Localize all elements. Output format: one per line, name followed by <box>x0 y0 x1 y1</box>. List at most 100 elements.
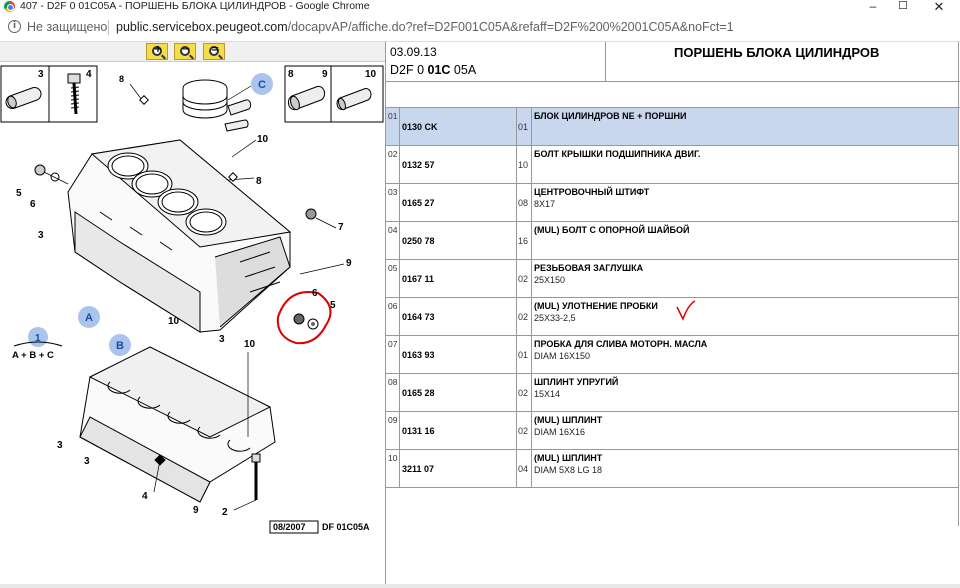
label-part-3b: 3 <box>38 230 44 241</box>
group-formula: A + B + C <box>12 350 54 361</box>
part-reference[interactable]: 0165 28 <box>400 374 517 411</box>
part-quantity: 02 <box>517 260 532 297</box>
table-row[interactable]: 04 0250 78 16 (MUL) БОЛТ С ОПОРНОЙ ШАЙБОЙ <box>386 222 958 260</box>
group-a-label: A <box>85 312 93 324</box>
parts-list-pane: 03.09.13 D2F 0 01C 05A ПОРШЕНЬ БЛОКА ЦИЛ… <box>386 42 960 584</box>
diagram-toolbar: + − = <box>0 42 385 62</box>
table-right-border <box>958 108 959 526</box>
row-number: 02 <box>386 146 400 183</box>
group-b-badge[interactable]: B <box>109 334 131 356</box>
group-c-label: C <box>258 79 266 91</box>
zoom-out-button[interactable]: − <box>174 43 196 60</box>
label-part-8: 8 <box>288 69 294 80</box>
part-reference[interactable]: 3211 07 <box>400 450 517 487</box>
url-text[interactable]: public.servicebox.peugeot.com/docapvAP/a… <box>116 20 734 34</box>
zoom-fit-sign: = <box>210 44 220 55</box>
row-number: 04 <box>386 222 400 259</box>
table-row[interactable]: 01 0130 CK 01 БЛОК ЦИЛИНДРОВ NE + ПОРШНИ <box>386 108 958 146</box>
part-quantity: 10 <box>517 146 532 183</box>
label-part-3: 3 <box>38 69 44 80</box>
label-part-9: 9 <box>322 69 328 80</box>
row-number: 05 <box>386 260 400 297</box>
row-number: 06 <box>386 298 400 335</box>
part-detail: 25X33-2,5 <box>534 313 576 323</box>
window-titlebar: 407 - D2F 0 01C05A - ПОРШЕНЬ БЛОКА ЦИЛИН… <box>0 0 960 14</box>
group-c-badge[interactable]: C <box>251 73 273 95</box>
part-description: (MUL) УЛОТНЕНИЕ ПРОБКИ 25X33-2,5 <box>532 298 958 335</box>
part-reference[interactable]: 0164 73 <box>400 298 517 335</box>
part-quantity: 02 <box>517 412 532 449</box>
part-reference[interactable]: 0165 27 <box>400 184 517 221</box>
group-a-badge[interactable]: A <box>78 306 100 328</box>
part-name: (MUL) УЛОТНЕНИЕ ПРОБКИ <box>534 301 658 311</box>
table-row[interactable]: 09 0131 16 02 (MUL) ШПЛИНТ DIAM 16X16 <box>386 412 958 450</box>
part-name: БОЛТ КРЫШКИ ПОДШИПНИКА ДВИГ. <box>534 149 701 159</box>
part-description: (MUL) БОЛТ С ОПОРНОЙ ШАЙБОЙ <box>532 222 958 259</box>
label-part-8c: 8 <box>256 176 262 187</box>
part-reference[interactable]: 0132 57 <box>400 146 517 183</box>
security-status[interactable]: Не защищено <box>27 20 107 34</box>
part-reference[interactable]: 0167 11 <box>400 260 517 297</box>
label-part-4b: 4 <box>142 491 148 502</box>
row-number: 08 <box>386 374 400 411</box>
label-part-10b: 10 <box>257 134 269 145</box>
window-title: 407 - D2F 0 01C05A - ПОРШЕНЬ БЛОКА ЦИЛИН… <box>20 0 370 12</box>
diagram-ref-code: DF 01C05A <box>322 522 370 532</box>
part-description: ПРОБКА ДЛЯ СЛИВА МОТОРН. МАСЛА DIAM 16X15… <box>532 336 958 373</box>
zoom-out-sign: − <box>181 44 191 55</box>
part-quantity: 08 <box>517 184 532 221</box>
label-part-10d: 10 <box>244 339 256 350</box>
part-name: (MUL) БОЛТ С ОПОРНОЙ ШАЙБОЙ <box>534 225 690 235</box>
label-part-5b: 5 <box>330 300 336 311</box>
address-bar[interactable]: i Не защищено public.servicebox.peugeot.… <box>0 14 960 42</box>
label-part-8b: 8 <box>119 74 124 84</box>
part-name: РЕЗЬБОВАЯ ЗАГЛУШКА <box>534 263 644 273</box>
part-reference[interactable]: 0130 CK <box>400 108 517 145</box>
minimize-button[interactable]: – <box>858 0 888 14</box>
table-row[interactable]: 06 0164 73 02 (MUL) УЛОТНЕНИЕ ПРОБКИ 25X33-2… <box>386 298 958 336</box>
cylinder-block-upper[interactable] <box>67 139 292 333</box>
header-code-suffix: 05A <box>450 63 477 77</box>
part-quantity: 01 <box>517 108 532 145</box>
label-part-6: 6 <box>30 199 36 210</box>
row-number: 03 <box>386 184 400 221</box>
page-title: ПОРШЕНЬ БЛОКА ЦИЛИНДРОВ <box>674 45 880 60</box>
maximize-button[interactable]: ☐ <box>888 0 918 14</box>
table-row[interactable]: 05 0167 11 02 РЕЗЬБОВАЯ ЗАГЛУШКА 25X150 <box>386 260 958 298</box>
crankcase-lower[interactable] <box>79 346 276 503</box>
exploded-view-diagram[interactable]: 3 4 8 9 10 8 C 5 6 3 A 1 A + B + C B 10 … <box>0 62 385 584</box>
label-part-6b: 6 <box>312 288 318 299</box>
chrome-icon <box>4 1 15 12</box>
group-1-badge[interactable]: 1 <box>28 327 48 347</box>
part-reference[interactable]: 0131 16 <box>400 412 517 449</box>
table-row[interactable]: 03 0165 27 08 ЦЕНТРОВОЧНЫЙ ШТИФТ 8X17 <box>386 184 958 222</box>
info-icon[interactable]: i <box>8 20 21 33</box>
part-name: (MUL) ШПЛИНТ <box>534 415 603 425</box>
table-row[interactable]: 10 3211 07 04 (MUL) ШПЛИНТ DIAM 5X8 LG 18 <box>386 450 958 488</box>
diagram-date-code: 08/2007 <box>273 522 306 532</box>
part-detail: DIAM 16X16 <box>534 427 586 437</box>
label-part-9b: 9 <box>346 258 352 269</box>
table-row[interactable]: 07 0163 93 01 ПРОБКА ДЛЯ СЛИВА МОТОРН. МАСЛ… <box>386 336 958 374</box>
part-description: ШПЛИНТ УПРУГИЙ 15X14 <box>532 374 958 411</box>
part-quantity: 02 <box>517 374 532 411</box>
label-part-10: 10 <box>365 69 377 80</box>
part-detail: DIAM 5X8 LG 18 <box>534 465 603 475</box>
zoom-in-button[interactable]: + <box>146 43 168 60</box>
part-name: ЦЕНТРОВОЧНЫЙ ШТИФТ <box>534 187 650 197</box>
close-button[interactable]: ✕ <box>924 0 954 14</box>
parts-box-left <box>0 65 98 123</box>
row-number: 01 <box>386 108 400 145</box>
table-row[interactable]: 02 0132 57 10 БОЛТ КРЫШКИ ПОДШИПНИКА ДВИГ. <box>386 146 958 184</box>
table-row[interactable]: 08 0165 28 02 ШПЛИНТ УПРУГИЙ 15X14 <box>386 374 958 412</box>
zoom-fit-button[interactable]: = <box>203 43 225 60</box>
checkmark-icon <box>676 300 696 321</box>
part-name: БЛОК ЦИЛИНДРОВ NE + ПОРШНИ <box>534 111 687 121</box>
part-description: (MUL) ШПЛИНТ DIAM 16X16 <box>532 412 958 449</box>
part-reference[interactable]: 0163 93 <box>400 336 517 373</box>
part-description: БОЛТ КРЫШКИ ПОДШИПНИКА ДВИГ. <box>532 146 958 183</box>
part-reference[interactable]: 0250 78 <box>400 222 517 259</box>
label-part-4: 4 <box>86 69 92 80</box>
parts-header: 03.09.13 D2F 0 01C 05A ПОРШЕНЬ БЛОКА ЦИЛ… <box>386 42 960 82</box>
diagram-pane: + − = 3 4 8 9 10 8 C 5 6 3 A 1 A + B + C… <box>0 42 386 584</box>
